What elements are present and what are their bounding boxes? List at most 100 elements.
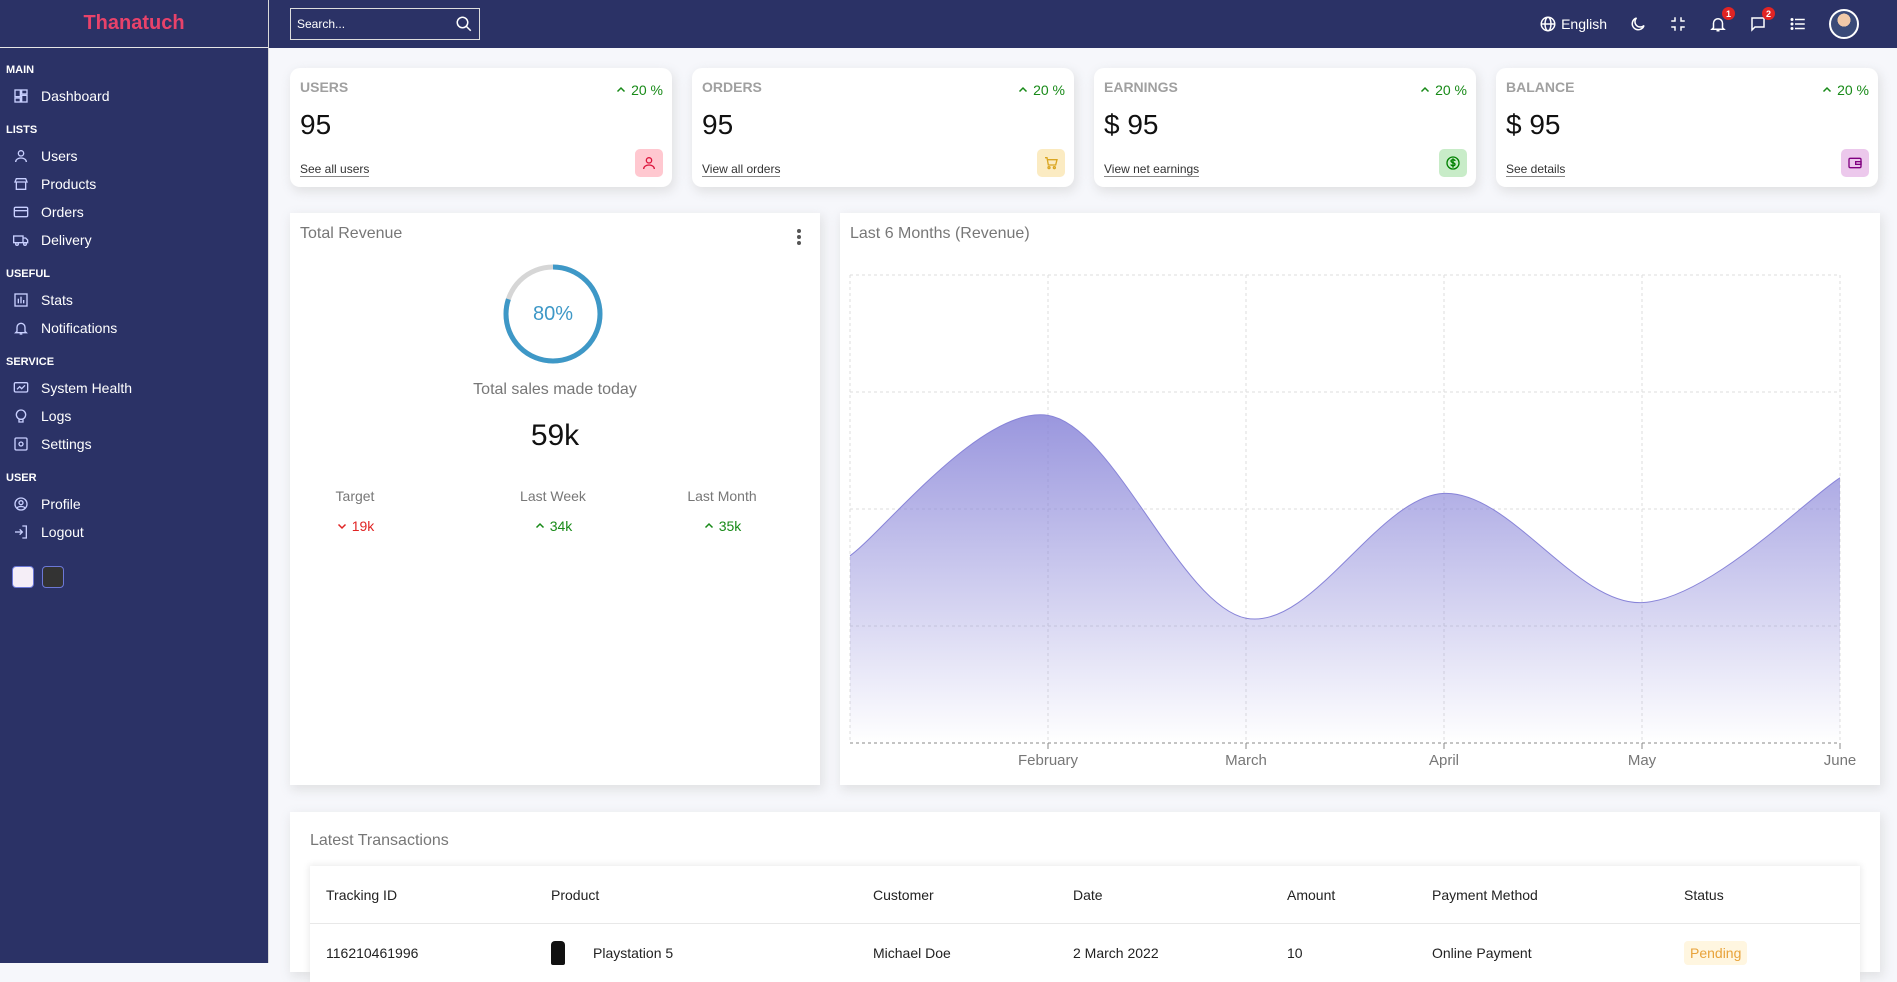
widget-link[interactable]: View net earnings [1104,162,1200,177]
dark-theme-option[interactable] [42,566,64,588]
sidebar-item-label: Profile [41,496,81,512]
logout-icon [15,525,27,539]
sidebar: Thanatuch MAIN Dashboard LISTS Users Product… [0,0,269,963]
widget-count: $ 95 [1506,109,1561,140]
widget-icon-box [1841,149,1869,177]
brand-name[interactable]: Thanatuch [83,12,184,35]
column-header[interactable]: Amount [1271,887,1416,903]
table-header: Tracking ID Product Customer Date Amount Paym… [310,866,1860,924]
widget-icon-box [635,149,663,177]
featured-title: Total Revenue [300,225,403,242]
widget-link[interactable]: View all orders [702,162,781,177]
section-title-useful: USEFUL [6,268,50,280]
section-title-service: SERVICE [6,356,55,368]
sidebar-item-settings[interactable]: Settings [6,430,268,458]
column-header[interactable]: Date [1057,887,1271,903]
sidebar-item-profile[interactable]: Profile [6,490,268,518]
widget-percentage: 20 % [615,82,663,98]
sidebar-item-orders[interactable]: Orders [6,198,268,226]
list-button[interactable] [1789,15,1807,33]
sidebar-item-label: Orders [41,204,84,220]
language-label: English [1561,16,1607,32]
summary-title: Target [335,488,375,504]
topbar-actions: English 1 2 [1539,7,1859,39]
profile-icon [14,497,28,511]
revenue-chart-card: Last 6 Months (Revenue) February March Apr… [840,213,1880,785]
topbar: English 1 2 [269,0,1897,48]
messages-button[interactable]: 2 [1749,7,1775,33]
sidebar-item-system-health[interactable]: System Health [6,374,268,402]
fullscreen-exit-icon [1671,17,1685,31]
widget-percentage: 20 % [1017,82,1065,98]
column-header[interactable]: Tracking ID [310,887,535,903]
featured-amount: 59k [530,419,580,452]
credit-card-icon [13,206,29,218]
status-cell: Pending [1668,941,1860,965]
featured-subtitle: Total sales made today [473,381,637,398]
transactions-table: Tracking ID Product Customer Date Amount Paym… [310,866,1860,982]
widget-users: USERS 95 See all users 20 % [290,68,672,187]
widget-percentage: 20 % [1419,82,1467,98]
widget-title: ORDERS [702,79,762,95]
x-tick-label: March [1225,752,1267,769]
column-header[interactable]: Status [1668,887,1860,903]
sidebar-item-label: System Health [41,380,133,396]
product-cell: Playstation 5 [535,941,857,965]
sidebar-item-users[interactable]: Users [6,142,268,170]
chevron-up-icon [617,86,626,93]
bell-icon [14,322,28,335]
table-row[interactable]: 116210461996 Playstation 5 Michael Doe 2 Ma… [310,924,1860,982]
widget-count: 95 [702,109,734,140]
section-title-main: MAIN [6,64,35,76]
widget-link[interactable]: See details [1506,162,1566,177]
sidebar-item-products[interactable]: Products [6,170,268,198]
fullscreen-toggle[interactable] [1669,15,1687,33]
chevron-down-icon [337,523,346,530]
more-options-icon[interactable] [792,227,806,245]
settings-icon [14,437,28,451]
search-icon[interactable] [455,15,473,33]
summary-last-week: Last Week 34k [478,488,628,534]
globe-icon [1540,16,1556,32]
column-header[interactable]: Customer [857,887,1057,903]
summary-value: 19k [300,518,410,534]
sidebar-item-notifications[interactable]: Notifications [6,314,268,342]
summary-title: Last Month [687,488,757,504]
brain-icon [15,409,27,423]
language-selector[interactable]: English [1539,15,1607,33]
sidebar-menu: MAIN Dashboard LISTS Users Products Orders Del… [0,48,268,588]
summary-title: Last Week [520,488,586,504]
search-box[interactable] [290,8,480,40]
message-count-badge: 2 [1762,7,1775,20]
column-header[interactable]: Product [535,887,857,903]
wallet-icon [1848,157,1862,169]
revenue-chart: February March April May June [849,274,1857,769]
sidebar-item-label: Users [41,148,78,164]
avatar[interactable] [1829,9,1859,39]
notifications-button[interactable]: 1 [1709,7,1735,33]
light-theme-option[interactable] [12,566,34,588]
chevron-up-icon [704,522,713,529]
transactions-title: Latest Transactions [310,832,449,849]
widget-link[interactable]: See all users [300,162,370,177]
summary-last-month: Last Month 35k [662,488,782,534]
dashboard-icon [14,89,28,103]
product-image [551,941,565,965]
sidebar-item-logout[interactable]: Logout [6,518,268,546]
sidebar-item-logs[interactable]: Logs [6,402,268,430]
sidebar-item-stats[interactable]: Stats [6,286,268,314]
bar-chart-icon [14,293,28,307]
column-header[interactable]: Payment Method [1416,887,1668,903]
search-input[interactable] [297,17,455,31]
sidebar-item-dashboard[interactable]: Dashboard [6,82,268,110]
widget-count: 95 [300,109,332,140]
widget-orders: ORDERS 95 View all orders 20 % [692,68,1074,187]
x-tick-label: April [1429,752,1459,769]
sidebar-item-label: Logs [41,408,72,424]
widget-count: $ 95 [1104,109,1159,140]
brand-logo[interactable]: Thanatuch [0,0,268,48]
sidebar-item-delivery[interactable]: Delivery [6,226,268,254]
dark-mode-toggle[interactable] [1629,15,1647,33]
total-revenue-card: Total Revenue 80% Total sales made today… [290,213,820,785]
x-tick-label: June [1824,752,1857,769]
